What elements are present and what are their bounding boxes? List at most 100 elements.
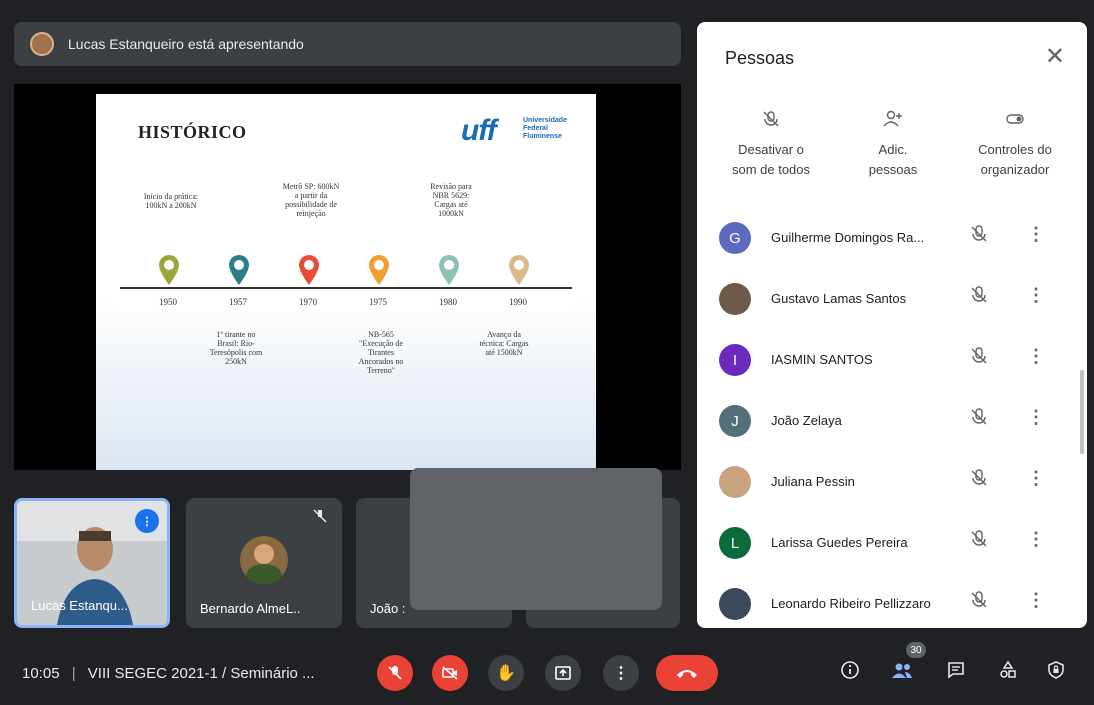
participant-avatar: I xyxy=(719,344,751,376)
people-button[interactable] xyxy=(890,660,914,685)
participant-name: Leonardo Ribeiro Pellizzaro xyxy=(771,596,931,611)
shield-lock-icon xyxy=(1048,661,1064,679)
mic-off-icon[interactable] xyxy=(969,529,993,553)
more-vert-icon[interactable]: ⋮ xyxy=(1027,346,1045,367)
close-icon[interactable]: ✕ xyxy=(1045,42,1065,71)
timeline-note-1970: Metrô SP: 600kN a partir da possibilidad… xyxy=(282,182,340,218)
timeline-year: 1990 xyxy=(509,297,527,307)
meeting-info: 10:05 | VIII SEGEC 2021-1 / Seminário ..… xyxy=(22,665,315,682)
speaking-indicator-icon: ⋮ xyxy=(135,509,159,533)
people-icon xyxy=(892,663,912,678)
more-vert-icon[interactable]: ⋮ xyxy=(1027,468,1045,489)
participant-avatar xyxy=(719,283,751,315)
timeline-year: 1957 xyxy=(229,297,247,307)
presenter-avatar xyxy=(30,32,54,56)
more-vert-icon[interactable]: ⋮ xyxy=(1027,590,1045,611)
more-vert-icon[interactable]: ⋮ xyxy=(1027,529,1045,550)
more-vert-icon[interactable]: ⋮ xyxy=(1027,285,1045,306)
present-screen-icon xyxy=(555,666,571,680)
mic-off-icon xyxy=(312,508,328,529)
people-list-item[interactable]: Juliana Pessin ⋮ xyxy=(697,452,1087,512)
raise-hand-button[interactable]: ✋ xyxy=(488,655,524,691)
people-list-item[interactable]: L Larissa Guedes Pereira ⋮ xyxy=(697,513,1087,573)
people-list-item[interactable]: Gustavo Lamas Santos ⋮ xyxy=(697,269,1087,329)
participant-tile-bernardo[interactable]: Bernardo AlmeL.. xyxy=(186,498,342,628)
add-people-button[interactable]: Adic. pessoas xyxy=(833,110,953,180)
timeline-pin-icon xyxy=(158,254,180,286)
mic-off-icon[interactable] xyxy=(969,590,993,614)
people-list-item[interactable]: G Guilherme Domingos Ra... ⋮ xyxy=(697,208,1087,268)
slide-title: HISTÓRICO xyxy=(138,122,247,142)
bottom-bar: 10:05 | VIII SEGEC 2021-1 / Seminário ..… xyxy=(0,640,1094,705)
mute-all-label-1: Desativar o xyxy=(738,142,804,157)
uff-logo-subtitle: Universidade Federal Fluminense xyxy=(523,117,567,140)
host-controls-label-2: organizador xyxy=(980,162,1050,177)
timeline-pin-icon xyxy=(298,254,320,286)
participant-tile-self[interactable]: ⋮ Lucas Estanqu... xyxy=(14,498,170,628)
participant-name: Bernardo AlmeL.. xyxy=(200,601,301,616)
people-list-item[interactable]: I IASMIN SANTOS ⋮ xyxy=(697,330,1087,390)
mic-off-icon[interactable] xyxy=(969,407,993,431)
host-controls-bottom-button[interactable] xyxy=(1046,660,1066,685)
participant-name: Larissa Guedes Pereira xyxy=(771,535,908,550)
mic-off-icon[interactable] xyxy=(969,285,993,309)
timeline-note-1950: Início da prática: 100kN a 200kN xyxy=(143,192,199,210)
more-vert-icon[interactable]: ⋮ xyxy=(1027,224,1045,245)
presenting-banner: Lucas Estanqueiro está apresentando xyxy=(14,22,681,66)
timeline-axis xyxy=(120,287,572,289)
participant-avatar: G xyxy=(719,222,751,254)
add-person-icon xyxy=(833,110,953,132)
info-button[interactable] xyxy=(840,660,860,685)
participant-avatar xyxy=(719,588,751,620)
more-vert-icon[interactable]: ⋮ xyxy=(1027,407,1045,428)
timeline-note-1990: Avanço da técnica: Cargas até 1500kN xyxy=(479,330,529,357)
timeline-pin-icon xyxy=(368,254,390,286)
people-list-item[interactable]: J João Zelaya ⋮ xyxy=(697,391,1087,451)
mic-off-icon[interactable] xyxy=(969,224,993,248)
camera-off-icon xyxy=(442,666,458,680)
camera-toggle-button[interactable] xyxy=(432,655,468,691)
uff-logo-word: uff xyxy=(461,114,497,147)
more-options-button[interactable]: ⋮ xyxy=(603,655,639,691)
slide: HISTÓRICO uff Universidade Federal Flumi… xyxy=(96,94,596,470)
present-button[interactable] xyxy=(545,655,581,691)
host-controls-label-1: Controles do xyxy=(978,142,1052,157)
meeting-title: VIII SEGEC 2021-1 / Seminário ... xyxy=(87,665,315,682)
leave-call-button[interactable] xyxy=(656,655,718,691)
participant-avatar: L xyxy=(719,527,751,559)
participant-name: IASMIN SANTOS xyxy=(771,352,873,367)
mute-all-button[interactable]: Desativar o som de todos xyxy=(711,110,831,180)
panel-title: Pessoas xyxy=(725,48,795,68)
mic-off-icon[interactable] xyxy=(969,468,993,492)
hang-up-icon xyxy=(677,670,697,678)
host-controls-button[interactable]: Controles do organizador xyxy=(955,110,1075,180)
chat-button[interactable] xyxy=(946,660,966,685)
chat-icon xyxy=(948,662,964,679)
participant-name: Guilherme Domingos Ra... xyxy=(771,230,925,245)
clock-time: 10:05 xyxy=(22,665,60,682)
mic-off-icon xyxy=(711,110,831,132)
presenting-text: Lucas Estanqueiro está apresentando xyxy=(68,36,304,52)
participant-name: João Zelaya xyxy=(771,413,842,428)
presentation-stage[interactable]: HISTÓRICO uff Universidade Federal Flumi… xyxy=(14,84,681,470)
mic-off-icon[interactable] xyxy=(969,346,993,370)
add-people-label-1: Adic. xyxy=(878,142,908,157)
participant-count-badge: 30 xyxy=(906,642,926,658)
timeline-note-1980: Revisão para NBR 5629: Cargas até 1000kN xyxy=(430,182,472,218)
timeline-year: 1970 xyxy=(299,297,317,307)
timeline-pin-icon xyxy=(508,254,530,286)
participant-avatar xyxy=(240,536,288,584)
scrollbar[interactable] xyxy=(1080,370,1084,454)
timeline-note-1975: NB-565 "Execução de Tirantes Ancorados n… xyxy=(358,330,404,375)
add-people-label-2: pessoas xyxy=(868,162,918,177)
mic-off-icon xyxy=(388,666,402,680)
timeline-year: 1980 xyxy=(439,297,457,307)
timeline-pin-icon xyxy=(228,254,250,286)
info-icon xyxy=(841,661,859,679)
people-list-item[interactable]: Leonardo Ribeiro Pellizzaro ⋮ xyxy=(697,574,1087,628)
toggle-icon xyxy=(955,110,1075,132)
mic-toggle-button[interactable] xyxy=(377,655,413,691)
activities-button[interactable] xyxy=(998,660,1018,685)
timeline-pin-icon xyxy=(438,254,460,286)
timeline-band xyxy=(116,232,574,312)
